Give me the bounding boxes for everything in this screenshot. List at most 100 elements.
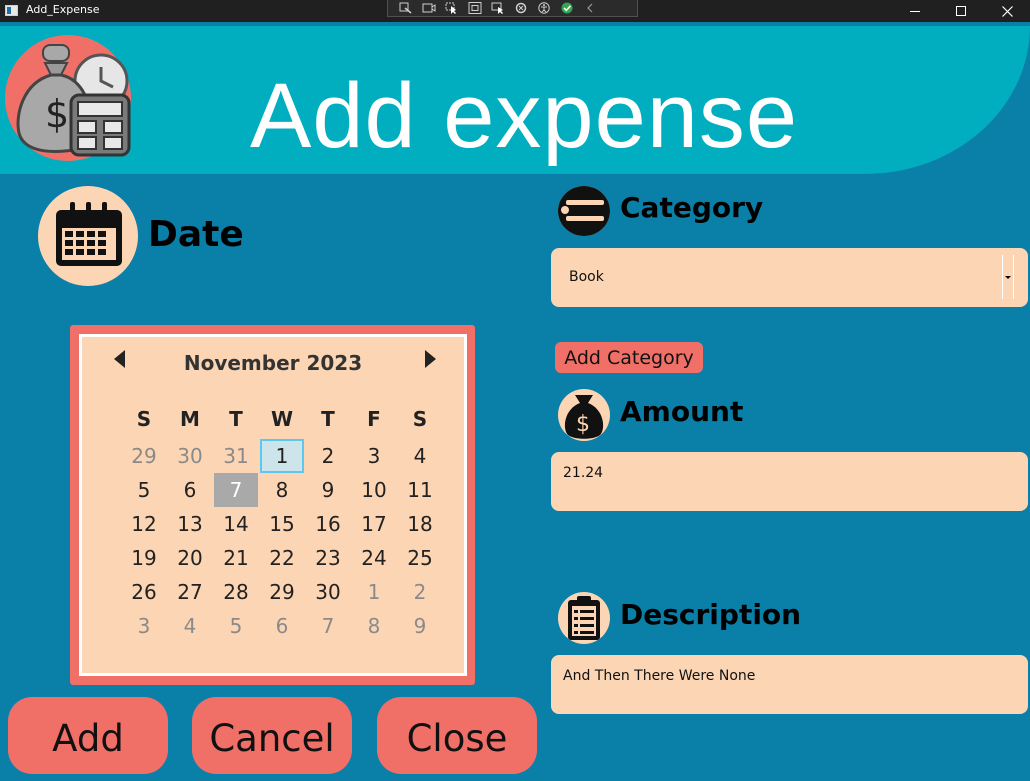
calendar-day[interactable]: 3 [121,609,167,643]
minimize-icon[interactable] [892,0,938,22]
category-selected-value: Book [569,269,604,285]
day-of-week-label: T [321,407,335,431]
calendar-day[interactable]: 8 [351,609,397,643]
calendar-week-row: 3456789 [121,609,443,643]
page-title: Add expense [250,65,799,167]
calendar-day[interactable]: 28 [213,575,259,609]
calendar-grid: S M T W T F S 29 30 31 1 2 3 4 5 6 7 8 9 10 11 12 13 14 1… [121,399,443,643]
close-button[interactable]: Close [377,697,537,774]
hot-reload-icon[interactable] [513,2,529,15]
amount-field[interactable]: 21.24 [551,452,1028,511]
calendar-week-row: 12 13 14 15 16 17 18 [121,507,443,541]
display-layout-adorners-icon[interactable] [467,2,483,15]
calendar-day[interactable]: 4 [397,439,443,473]
accessibility-icon[interactable] [536,2,552,15]
amount-value: 21.24 [563,465,604,481]
window-title-bar[interactable]: Add_Expense [0,0,1030,22]
window-controls [892,0,1030,22]
calendar-day[interactable]: 29 [259,575,305,609]
calendar-day[interactable]: 17 [351,507,397,541]
record-icon[interactable] [421,2,437,15]
calendar-weeks: 29 30 31 1 2 3 4 5 6 7 8 9 10 11 12 13 14 15 16 17 18 19 20 21 2… [121,439,443,643]
calendar-day[interactable]: 10 [351,473,397,507]
day-of-week-label: S [412,407,428,431]
add-category-button[interactable]: Add Category [555,342,703,373]
track-focus-icon[interactable] [490,2,506,15]
calendar-day[interactable]: 9 [305,473,351,507]
day-of-week-label: T [229,407,243,431]
calendar-day[interactable]: 19 [121,541,167,575]
window-title: Add_Expense [26,3,100,16]
description-value: And Then There Were None [563,668,756,684]
svg-text:$: $ [45,92,69,136]
calendar-day[interactable]: 26 [121,575,167,609]
calendar-day[interactable]: 11 [397,473,443,507]
calendar-body: November 2023 S M T W T F S 29 30 31 1 2 3 4 5 6… [79,334,467,676]
select-element-icon[interactable] [444,2,460,15]
calendar-day[interactable]: 18 [397,507,443,541]
calendar-header: November 2023 [82,337,464,383]
calendar-day[interactable]: 5 [213,609,259,643]
calendar-day[interactable]: 4 [167,609,213,643]
calendar-day[interactable]: 2 [305,439,351,473]
day-of-week-label: M [180,407,200,431]
money-bag-calculator-icon: $ [5,35,131,161]
description-label: Description [620,598,802,631]
calendar-day-today[interactable]: 1 [260,439,304,473]
date-label: Date [148,214,244,255]
calendar-day[interactable]: 21 [213,541,259,575]
clipboard-icon [558,592,610,644]
next-month-icon[interactable] [422,349,438,369]
day-of-week-label: W [270,407,294,431]
description-field[interactable]: And Then There Were None [551,655,1028,714]
day-of-week-label: S [136,407,152,431]
collapse-icon[interactable] [582,2,598,15]
calendar-day[interactable]: 6 [167,473,213,507]
calendar-day[interactable]: 27 [167,575,213,609]
calendar-month-label[interactable]: November 2023 [82,351,464,375]
calendar-day-selected[interactable]: 7 [214,473,258,507]
calendar-day[interactable]: 22 [259,541,305,575]
calendar-day[interactable]: 7 [305,609,351,643]
calendar-day[interactable]: 23 [305,541,351,575]
category-dropdown[interactable]: Book [551,248,1028,307]
list-icon [558,186,610,236]
live-visual-tree-icon[interactable] [398,2,414,15]
svg-text:$: $ [576,412,590,437]
calendar-day[interactable]: 13 [167,507,213,541]
app-icon [5,5,18,16]
calendar-day[interactable]: 9 [397,609,443,643]
calendar-day[interactable]: 2 [397,575,443,609]
calendar-week-row: 26 27 28 29 30 1 2 [121,575,443,609]
calendar-day[interactable]: 16 [305,507,351,541]
cancel-button[interactable]: Cancel [192,697,352,774]
calendar-day[interactable]: 5 [121,473,167,507]
calendar-day[interactable]: 30 [167,439,213,473]
amount-label: Amount [620,395,744,428]
calendar-day[interactable]: 1 [351,575,397,609]
calendar-day[interactable]: 14 [213,507,259,541]
calendar-day[interactable]: 6 [259,609,305,643]
calendar-day[interactable]: 12 [121,507,167,541]
calendar-day[interactable]: 25 [397,541,443,575]
day-of-week-label: F [367,407,381,431]
binding-status-icon[interactable] [559,2,575,15]
calendar-week-row: 19 20 21 22 23 24 25 [121,541,443,575]
chevron-down-icon[interactable] [1002,255,1014,299]
xaml-debug-toolbar [387,0,638,17]
calendar-day[interactable]: 20 [167,541,213,575]
calendar-day[interactable]: 8 [259,473,305,507]
calendar-day[interactable]: 30 [305,575,351,609]
calendar-day[interactable]: 24 [351,541,397,575]
category-label: Category [620,191,764,224]
calendar-day[interactable]: 3 [351,439,397,473]
maximize-icon[interactable] [938,0,984,22]
calendar-day[interactable]: 29 [121,439,167,473]
calendar-day[interactable]: 31 [213,439,259,473]
calendar-day[interactable]: 15 [259,507,305,541]
close-icon[interactable] [984,0,1030,22]
money-bag-icon: $ [558,389,610,441]
add-button[interactable]: Add [8,697,168,774]
calendar-week-row: 29 30 31 1 2 3 4 [121,439,443,473]
date-calendar[interactable]: November 2023 S M T W T F S 29 30 31 1 2 3 4 5 6… [70,325,475,685]
